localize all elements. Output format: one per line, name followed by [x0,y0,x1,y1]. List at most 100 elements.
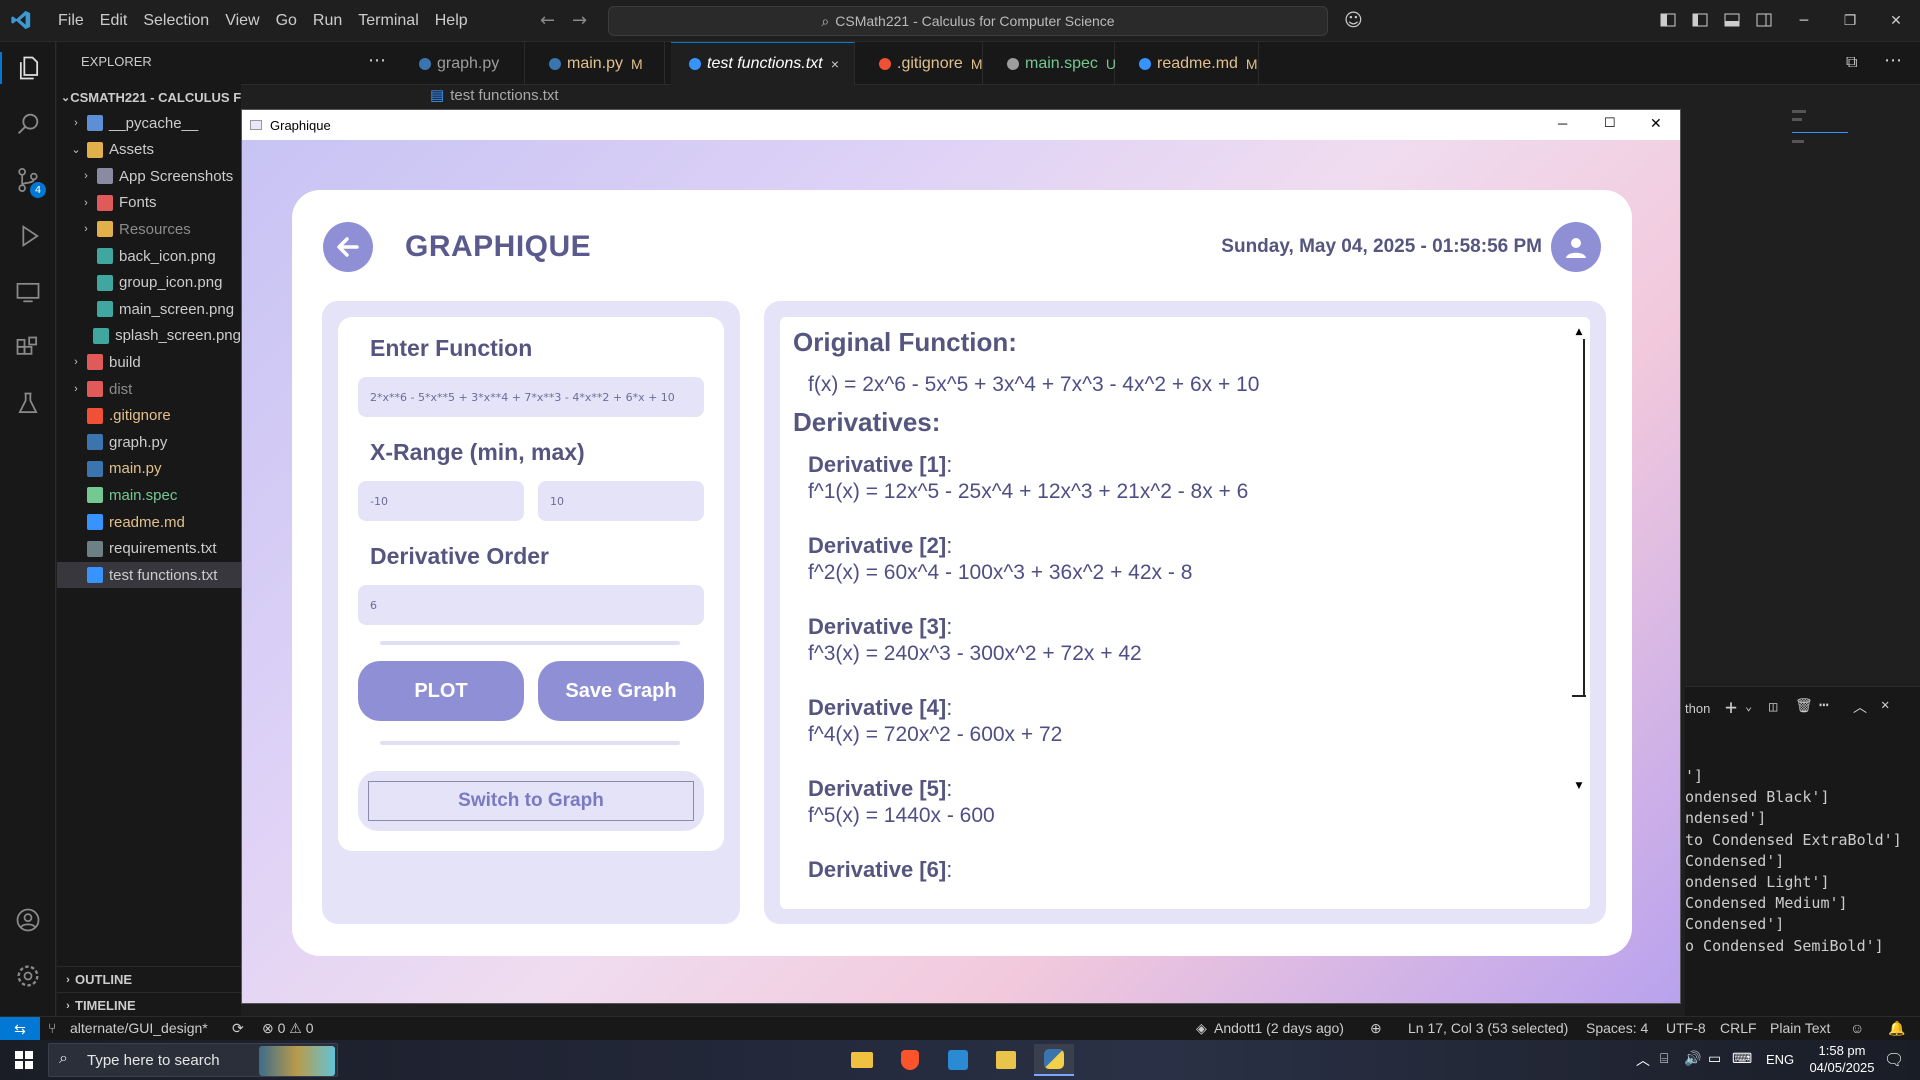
tree-item[interactable]: test functions.txt [57,562,241,589]
cursor-position[interactable]: Ln 17, Col 3 (53 selected) [1408,1020,1568,1036]
close-button[interactable]: ✕ [1650,115,1662,132]
more-actions-icon[interactable]: ⋯ [1819,695,1829,714]
tree-item[interactable]: › dist [57,376,241,402]
tray-chevron-icon[interactable]: ︿ [1636,1050,1650,1070]
toggle-secondary-sidebar-icon[interactable] [1756,13,1772,27]
forward-arrow-icon[interactable]: → [572,10,587,31]
tree-item[interactable]: readme.md [57,509,241,535]
xmin-input[interactable]: -10 [358,481,524,521]
tree-item[interactable]: › __pycache__ [57,110,241,136]
menu-file[interactable]: File [50,12,92,30]
copilot-status-icon[interactable]: ☺ [1850,1020,1864,1036]
timeline-section[interactable]: › TIMELINE [57,992,241,1018]
tree-item[interactable]: graph.py [57,429,241,455]
language-indicator[interactable]: ENG [1766,1052,1794,1067]
split-editor-icon[interactable]: ⧉ [1846,52,1857,72]
function-input[interactable]: 2*x**6 - 5*x**5 + 3*x**4 + 7*x**3 - 4*x*… [358,377,704,417]
more-actions-icon[interactable]: ⋯ [1884,50,1902,71]
vscode-taskbar[interactable] [938,1044,978,1076]
close-tab-icon[interactable]: × [831,56,839,72]
split-terminal-icon[interactable]: ◫ [1769,699,1777,715]
encoding-status[interactable]: UTF-8 [1666,1020,1706,1036]
close-panel-icon[interactable]: ✕ [1881,697,1889,713]
save-graph-button[interactable]: Save Graph [538,661,704,721]
close-button[interactable]: ✕ [1874,0,1918,42]
chevron-down-icon[interactable]: ⌄ [1745,699,1752,713]
back-button[interactable] [323,222,373,272]
accounts-activity[interactable] [12,904,44,936]
problems-status[interactable]: ⊗ 0 ⚠ 0 [262,1020,314,1037]
toggle-sidebar-icon[interactable] [1692,13,1708,27]
terminal-panel[interactable]: thon + ⌄ ◫ 🗑 ⋯ ︿ ✕ '] ondensed Black'] nde… [1685,686,1920,1016]
outline-section[interactable]: › OUTLINE [57,966,241,992]
menu-view[interactable]: View [217,12,267,30]
keyboard-icon[interactable]: ⌨ [1732,1050,1752,1067]
editor-tab[interactable]: main.py M [531,42,665,85]
extensions-activity[interactable] [12,332,44,364]
output-textbox[interactable]: Original Function: f(x) = 2x^6 - 5x^5 + … [780,317,1590,909]
tree-item[interactable]: main.py [57,456,241,482]
copilot-icon[interactable]: ☺ [1344,10,1363,31]
minimize-button[interactable]: ─ [1782,0,1826,42]
explorer-more-icon[interactable]: ⋯ [368,50,386,71]
editor-tab[interactable]: .gitignore M [861,42,983,85]
editor-tab[interactable]: graph.py [401,42,525,85]
scroll-up-icon[interactable]: ▲ [1572,327,1586,339]
tree-item[interactable]: main_screen.png [57,296,241,322]
tree-item[interactable]: group_icon.png [57,270,241,296]
search-activity[interactable] [12,108,44,140]
python-app-taskbar[interactable] [1034,1044,1074,1076]
editor-tab[interactable]: test functions.txt × [671,42,855,85]
editor-tab[interactable]: readme.md M [1121,42,1259,85]
language-status[interactable]: Plain Text [1770,1020,1830,1036]
tree-item[interactable]: ⌄ Assets [57,137,241,163]
python-files-taskbar[interactable] [986,1044,1026,1076]
battery-icon[interactable]: ▭ [1708,1050,1721,1067]
xmax-input[interactable]: 10 [538,481,704,521]
settings-activity[interactable] [12,960,44,992]
eol-status[interactable]: CRLF [1720,1020,1757,1036]
derivative-order-input[interactable]: 6 [358,585,704,625]
graphique-title-bar[interactable]: Graphique ─ ☐ ✕ [242,110,1680,140]
toggle-panel-icon[interactable] [1724,13,1740,27]
profile-button[interactable] [1551,222,1601,272]
tree-item[interactable]: › App Screenshots [57,163,241,189]
editor-tab[interactable]: main.spec U [989,42,1116,85]
git-blame-status[interactable]: Andott1 (2 days ago) [1214,1020,1344,1036]
switch-to-graph-button[interactable]: Switch to Graph [368,781,694,821]
tree-item[interactable]: › Resources [57,216,241,242]
clock-time[interactable]: 1:58 pm [1810,1043,1874,1058]
menu-terminal[interactable]: Terminal [350,12,426,30]
branch-status[interactable]: alternate/GUI_design* [70,1020,208,1036]
workspace-root[interactable]: ⌄ CSMATH221 - CALCULUS FOR COMPUTER SCIE… [57,84,241,110]
tree-item[interactable]: .gitignore [57,403,241,429]
layout-icon[interactable] [1660,13,1676,27]
menu-help[interactable]: Help [427,12,476,30]
zoom-icon[interactable]: ⊕ [1370,1020,1382,1037]
maximize-button[interactable]: ☐ [1604,115,1616,131]
menu-run[interactable]: Run [305,12,350,30]
brave-taskbar[interactable] [890,1044,930,1076]
output-scrollbar[interactable]: ▲ ▼ [1572,327,1586,897]
add-terminal-icon[interactable]: + [1725,695,1737,719]
run-debug-activity[interactable] [12,220,44,252]
tree-item[interactable]: back_icon.png [57,243,241,269]
restore-button[interactable]: ❐ [1828,0,1872,42]
breadcrumb[interactable]: ▤ test functions.txt [430,86,559,108]
tree-item[interactable]: splash_screen.png [57,323,241,349]
start-button[interactable] [4,1044,44,1076]
taskbar-search[interactable]: ⌕ Type here to search [48,1043,338,1077]
minimize-button[interactable]: ─ [1558,116,1567,131]
scroll-down-icon[interactable]: ▼ [1572,781,1586,793]
notifications-icon[interactable]: 🔔 [1888,1020,1905,1037]
source-control-activity[interactable]: 4 [12,164,46,198]
scroll-thumb[interactable] [1583,339,1585,695]
menu-selection[interactable]: Selection [135,12,217,30]
volume-icon[interactable]: 🔊 [1684,1050,1701,1067]
network-icon[interactable]: ⌸ [1660,1050,1668,1067]
menu-go[interactable]: Go [268,12,305,30]
notification-center-icon[interactable]: 🗨 [1884,1050,1904,1070]
trash-icon[interactable]: 🗑 [1795,698,1813,714]
indentation-status[interactable]: Spaces: 4 [1586,1020,1648,1036]
plot-button[interactable]: PLOT [358,661,524,721]
